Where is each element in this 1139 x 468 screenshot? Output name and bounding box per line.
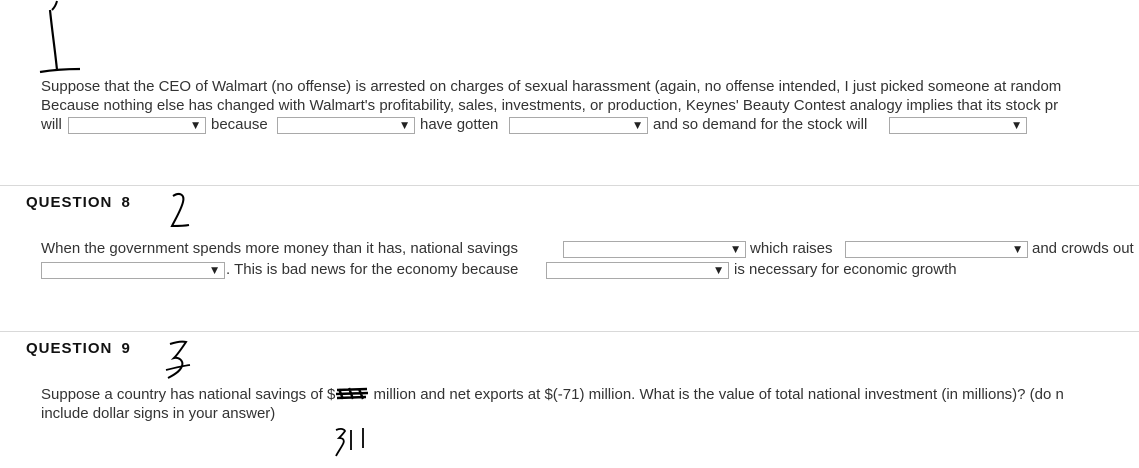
dropdown-arrow-icon: ▼ xyxy=(401,121,408,131)
q1-text-line2: Because nothing else has changed with Wa… xyxy=(41,97,1059,114)
q3-text-line1: Suppose a country has national savings o… xyxy=(41,386,1064,404)
dropdown-arrow-icon: ▼ xyxy=(1013,121,1020,131)
dropdown-arrow-icon: ▼ xyxy=(634,121,641,131)
divider xyxy=(0,185,1139,186)
q1-text-line1: Suppose that the CEO of Walmart (no offe… xyxy=(41,78,1062,95)
dropdown-arrow-icon: ▼ xyxy=(192,121,199,131)
q1-label-because: because xyxy=(211,116,268,133)
q2-dropdown-because[interactable]: ▼ xyxy=(546,262,729,279)
q2-dropdown-crowds-out[interactable]: ▼ xyxy=(41,262,225,279)
handwritten-number-1 xyxy=(39,0,81,74)
question-heading-8: QUESTION 8 xyxy=(26,194,131,211)
divider xyxy=(0,331,1139,332)
handwritten-number-2 xyxy=(170,193,190,228)
scribbled-out-number xyxy=(335,387,369,400)
question-heading-9: QUESTION 9 xyxy=(26,340,131,357)
dropdown-arrow-icon: ▼ xyxy=(715,266,722,276)
handwritten-answer-value: 311 xyxy=(333,426,335,427)
q2-text-line1: When the government spends more money th… xyxy=(41,240,518,257)
handwritten-number-3 xyxy=(165,340,191,379)
dropdown-arrow-icon: ▼ xyxy=(211,266,218,276)
q1-label-demand: and so demand for the stock will xyxy=(653,116,868,133)
q3-text-line2: include dollar signs in your answer) xyxy=(41,405,276,422)
dropdown-arrow-icon: ▼ xyxy=(732,245,739,255)
question-heading-label: QUESTION xyxy=(26,194,113,211)
question-heading-label: QUESTION xyxy=(26,340,113,357)
q1-dropdown-will[interactable]: ▼ xyxy=(68,117,206,134)
q3-text-pre: Suppose a country has national savings o… xyxy=(41,386,336,403)
handwritten-answer-icon xyxy=(335,428,364,457)
dropdown-arrow-icon: ▼ xyxy=(1014,245,1021,255)
q3-text-post: million and net exports at $(-71) millio… xyxy=(369,386,1064,403)
q1-dropdown-have-gotten[interactable]: ▼ xyxy=(509,117,648,134)
q1-dropdown-because[interactable]: ▼ xyxy=(277,117,415,134)
handwritten-answer: 311 xyxy=(333,426,379,468)
q1-label-will: will xyxy=(41,116,62,133)
question-heading-number: 8 xyxy=(121,194,131,211)
q2-dropdown-savings[interactable]: ▼ xyxy=(563,241,746,258)
q1-label-have-gotten: have gotten xyxy=(420,116,499,133)
q1-dropdown-demand[interactable]: ▼ xyxy=(889,117,1027,134)
q2-label-crowds: and crowds out xyxy=(1032,240,1134,257)
scribble-icon xyxy=(336,387,369,400)
q2-label-necessary: is necessary for economic growth xyxy=(734,261,957,278)
question-heading-number: 9 xyxy=(121,340,131,357)
q2-label-bad-news: . This is bad news for the economy becau… xyxy=(226,261,519,278)
q2-label-which-raises: which raises xyxy=(750,240,833,257)
q2-dropdown-raises[interactable]: ▼ xyxy=(845,241,1028,258)
